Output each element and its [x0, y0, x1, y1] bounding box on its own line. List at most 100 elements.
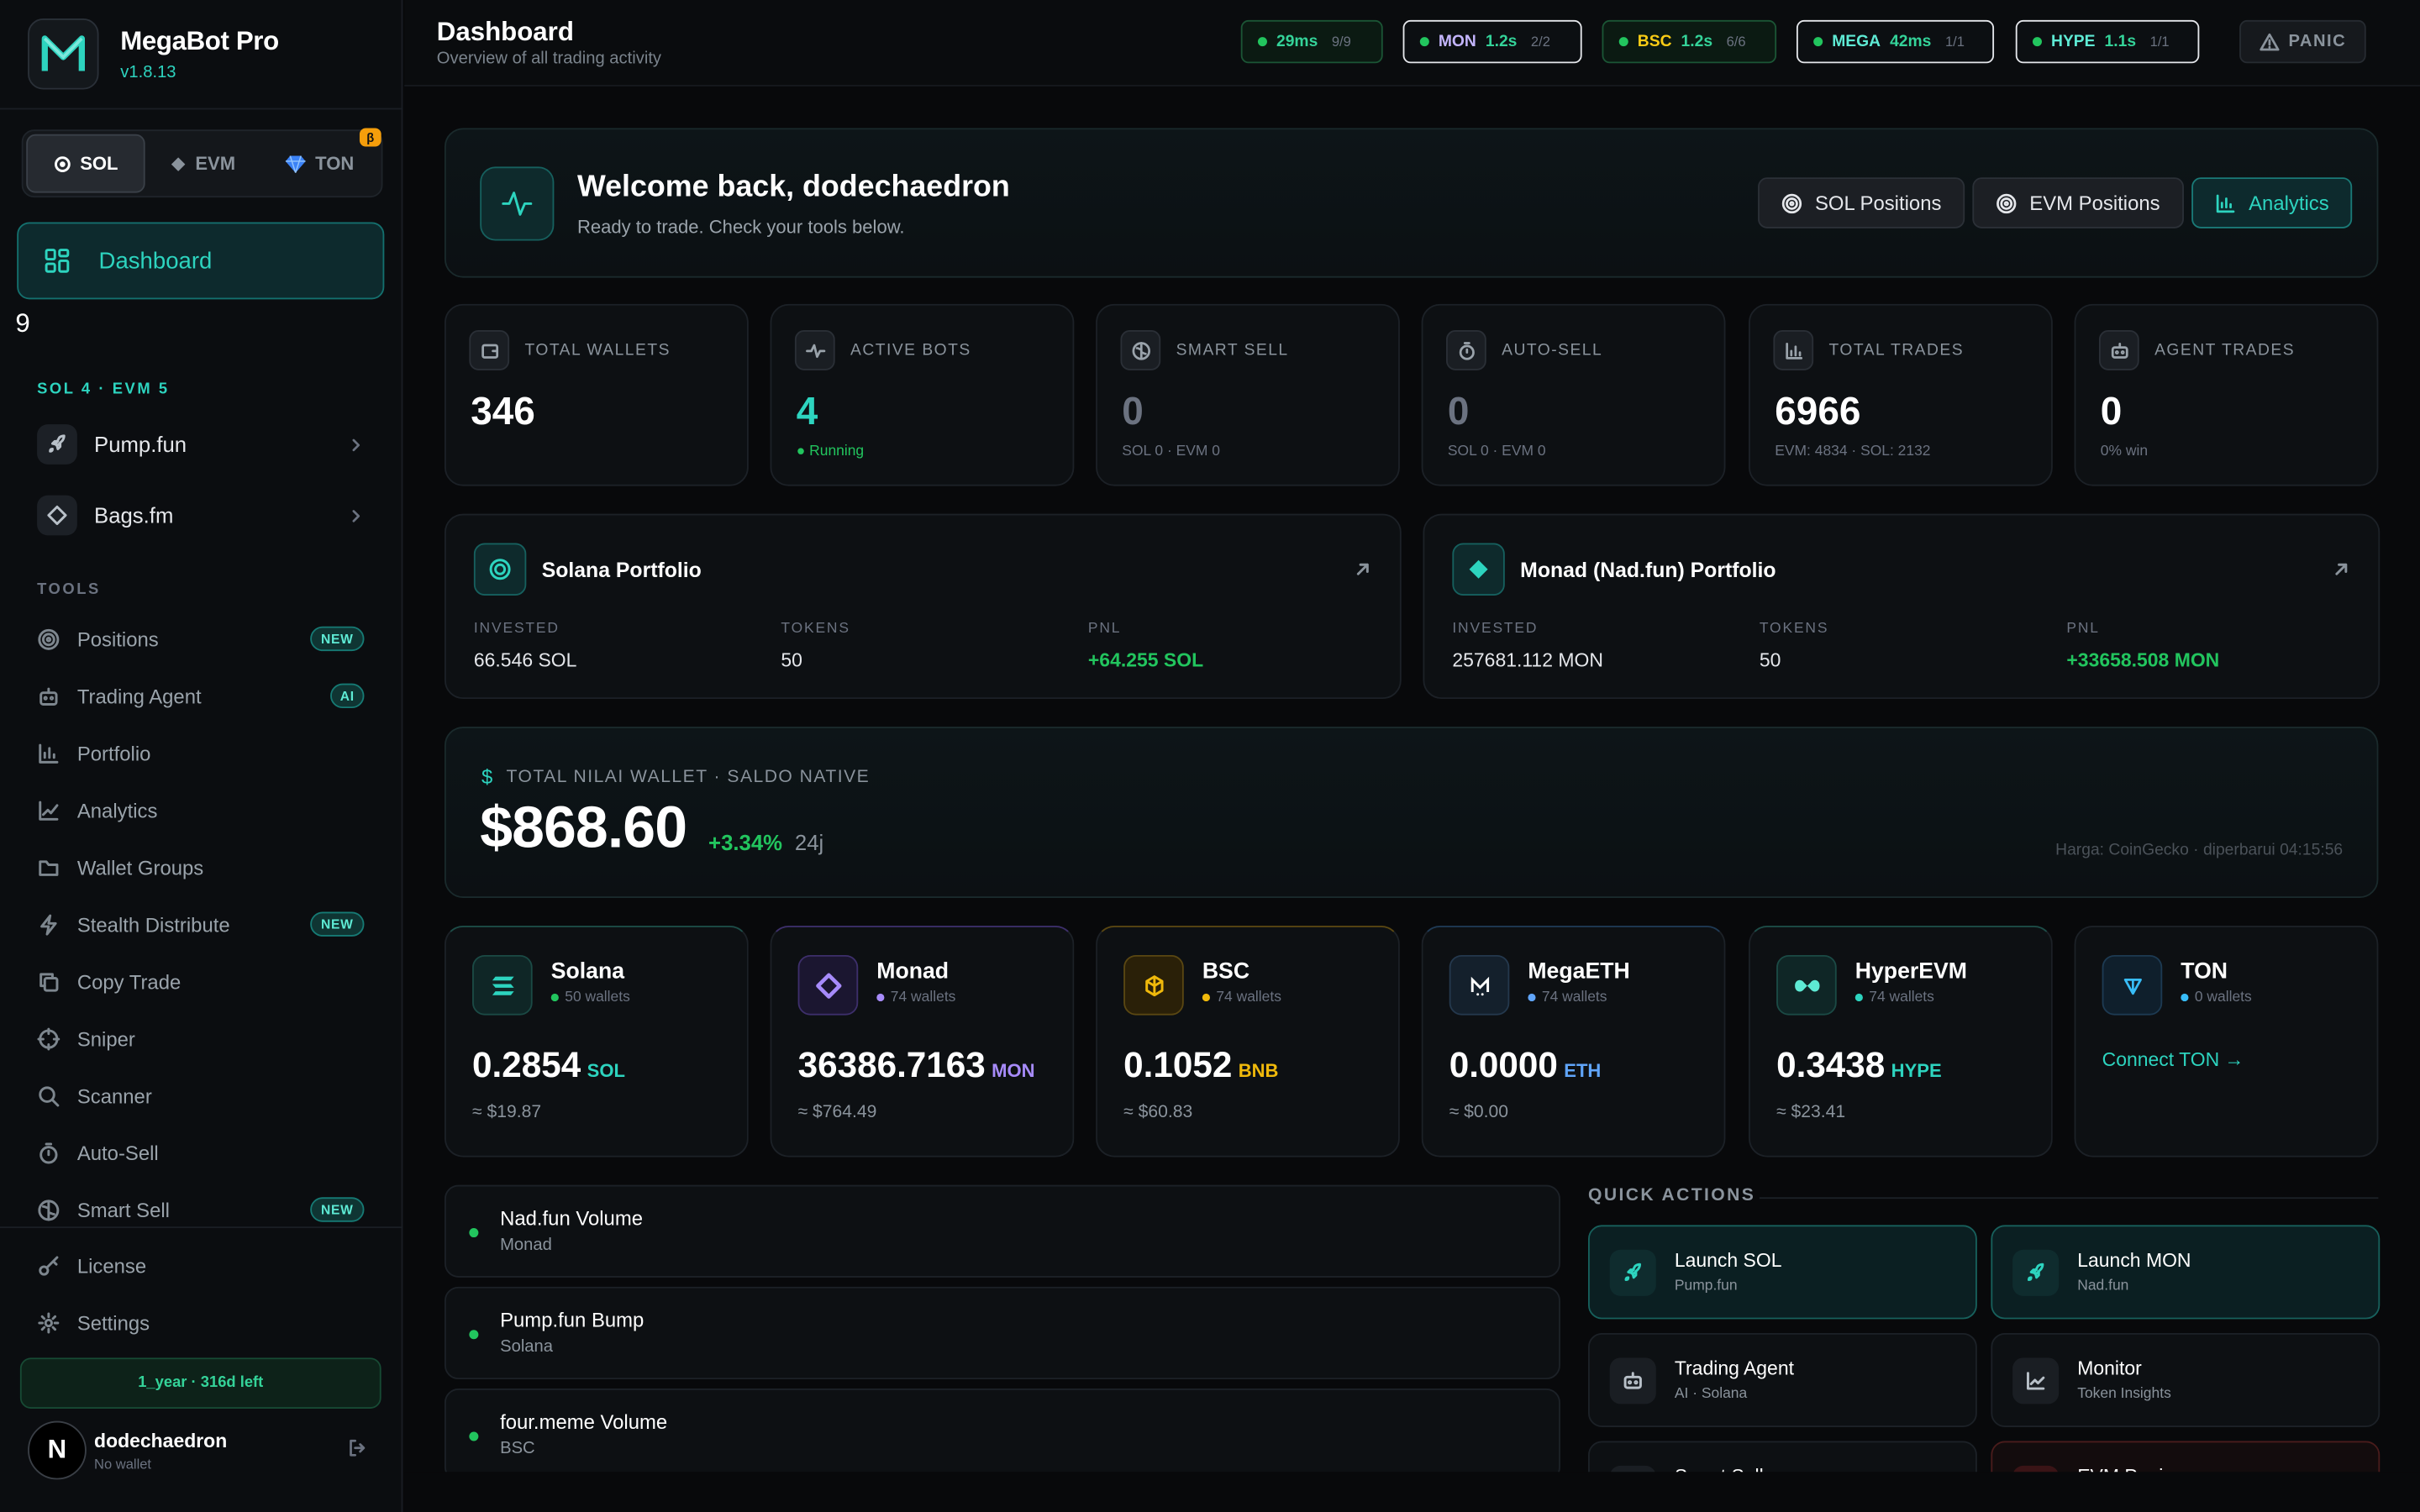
monitor-button[interactable]: Monitor Token Insights [1991, 1332, 2381, 1427]
tool-smart-sell[interactable]: Smart Sell NEW [37, 1193, 365, 1226]
target-icon [38, 627, 60, 649]
chain-usd: ≈ $60.83 [1123, 1103, 1193, 1122]
nav-settings[interactable]: Settings [37, 1305, 364, 1339]
tool-sniper[interactable]: Sniper [37, 1021, 364, 1055]
tool-stealth-distribute[interactable]: Stealth Distribute NEW [37, 907, 365, 941]
user-profile[interactable]: N dodechaedron No wallet [28, 1416, 382, 1484]
key-icon [39, 1255, 59, 1275]
tool-portfolio[interactable]: Portfolio [37, 736, 364, 769]
action-sub: AI · Solana [1674, 1385, 1748, 1403]
chain-name: HyperEVM [1854, 959, 1967, 984]
target-icon [1996, 192, 2017, 213]
portfolio-title: Monad (Nad.fun) Portfolio [1520, 558, 1776, 582]
chain-card-solana[interactable]: Solana 50 wallets 0.2854 SOL ≈ $19.87 [444, 926, 749, 1158]
tool-label: Smart Sell [76, 1198, 170, 1221]
stat-value: 0 [1122, 390, 1144, 434]
bot-item-nadfun-volume[interactable]: Nad.fun Volume Monad [444, 1184, 1560, 1278]
stat-card-agent-trades[interactable]: AGENT TRADES 0 0% win [2074, 303, 2379, 486]
tool-label: Auto-Sell [76, 1141, 159, 1164]
welcome-card: Welcome back, dodechaedron Ready to trad… [444, 128, 2379, 278]
chain-card-hyperevm[interactable]: HyperEVM 74 wallets 0.3438 HYPE ≈ $23.41 [1749, 926, 2053, 1158]
chain-tab-evm[interactable]: EVM [145, 134, 261, 193]
stat-card-total-trades[interactable]: TOTAL TRADES 6966 EVM: 4834 · SOL: 2132 [1749, 303, 2053, 486]
portfolio-card-solana[interactable]: Solana Portfolio INVESTED 66.546 SOL TOKE… [444, 513, 1402, 700]
running-dot [469, 1330, 479, 1340]
rpc-count: 2/2 [1530, 34, 1550, 50]
chain-card-monad[interactable]: Monad 74 wallets 36386.7163 MON ≈ $764.49 [770, 926, 1075, 1158]
activity-icon [480, 166, 555, 241]
rocket-icon [1609, 1249, 1656, 1296]
bot-chain: Monad [500, 1236, 552, 1255]
tool-positions[interactable]: Positions NEW [37, 622, 365, 655]
chain-tab-ton[interactable]: TON β [262, 128, 381, 193]
chain-card-bsc[interactable]: BSC 74 wallets 0.1052 BNB ≈ $60.83 [1096, 926, 1400, 1158]
brain-icon [38, 1199, 60, 1221]
stat-card-smart-sell[interactable]: SMART SELL 0 SOL 0 · EVM 0 [1096, 303, 1400, 486]
nav-dashboard[interactable]: Dashboard [17, 222, 385, 300]
tool-copy-trade[interactable]: Copy Trade [37, 964, 364, 998]
nav-license-label: License [76, 1253, 147, 1277]
chevron-right-icon [347, 436, 364, 453]
chain-switch: SOL EVM TON β [21, 128, 383, 198]
tool-trading-agent[interactable]: Trading Agent AI [37, 679, 365, 712]
platform-bagsfm[interactable]: Bags.fm [37, 494, 376, 537]
tool-analytics[interactable]: Analytics [37, 793, 364, 827]
total-wallet-label: $ TOTAL NILAI WALLET · SALDO NATIVE [481, 765, 871, 789]
latency: 29ms [1276, 32, 1318, 51]
bot-item-pumpfun-bump[interactable]: Pump.fun Bump Solana [444, 1286, 1560, 1380]
panic-button[interactable]: PANIC [2239, 19, 2366, 64]
chain-name: TON [2181, 959, 2228, 984]
external-link-icon[interactable] [1354, 560, 1372, 579]
status-pill-sol[interactable]: 29ms 9/9 [1240, 19, 1383, 64]
trading-agent-button[interactable]: Trading Agent AI · Solana [1588, 1332, 1977, 1427]
tool-scanner[interactable]: Scanner [37, 1079, 364, 1112]
latency: 42ms [1890, 32, 1932, 51]
brand[interactable]: MegaBot Pro v1.8.13 [28, 18, 279, 90]
chain-card-ton[interactable]: TON 0 wallets Connect TON → [2074, 926, 2379, 1158]
chain-tab-sol[interactable]: SOL [26, 134, 146, 193]
chain-tab-label: SOL [80, 152, 118, 175]
launch-sol-button[interactable]: Launch SOL Pump.fun [1588, 1225, 1977, 1320]
status-dot [1618, 37, 1628, 47]
rpc-count: 6/6 [1726, 34, 1746, 50]
launch-mon-button[interactable]: Launch MON Nad.fun [1991, 1225, 2381, 1320]
price-source-note: Harga: CoinGecko · diperbarui 04:15:56 [2055, 841, 2344, 860]
nav-license[interactable]: License [37, 1248, 364, 1282]
divider [1759, 1197, 2379, 1200]
evm-positions-button[interactable]: EVM Positions [1972, 177, 2184, 228]
status-pill-hype[interactable]: HYPE 1.1s 1/1 [2015, 19, 2200, 64]
bot-icon [2098, 330, 2139, 370]
bnb-icon [1123, 954, 1184, 1016]
chain-card-megaeth[interactable]: MegaETH 74 wallets 0.0000 ETH ≈ $0.00 [1421, 926, 1726, 1158]
status-pill-mega[interactable]: MEGA 42ms 1/1 [1796, 19, 1995, 64]
stat-card-auto-sell[interactable]: AUTO-SELL 0 SOL 0 · EVM 0 [1421, 303, 1726, 486]
tool-auto-sell[interactable]: Auto-Sell [37, 1136, 364, 1169]
logout-icon[interactable] [347, 1438, 367, 1458]
tool-wallet-groups[interactable]: Wallet Groups [37, 850, 364, 884]
analytics-button[interactable]: Analytics [2191, 177, 2353, 228]
status-pill-mon[interactable]: MON 1.2s 2/2 [1402, 19, 1582, 64]
platform-label: Bags.fm [94, 502, 174, 528]
chain-balance: 36386.7163 MON [797, 1044, 1035, 1085]
platform-pumpfun[interactable]: Pump.fun [37, 423, 376, 465]
divider [0, 108, 403, 110]
monad-icon [797, 954, 859, 1016]
bot-name: Pump.fun Bump [500, 1308, 644, 1332]
external-link-icon[interactable] [2332, 560, 2350, 579]
app-version: v1.8.13 [120, 63, 176, 82]
chain-balance: 0.0000 ETH [1449, 1044, 1602, 1085]
user-wallet-status: No wallet [94, 1455, 152, 1472]
bot-item-fourmeme-volume[interactable]: four.meme Volume BSC [444, 1389, 1560, 1482]
connect-ton-link[interactable]: Connect TON → [2102, 1049, 2244, 1071]
portfolio-pnl: PNL +64.255 SOL [1087, 620, 1204, 671]
portfolio-card-monad[interactable]: Monad (Nad.fun) Portfolio INVESTED 257681… [1423, 513, 2381, 700]
tools-label: TOOLS [37, 581, 101, 599]
chain-usd: ≈ $0.00 [1449, 1103, 1509, 1122]
total-wallet-card: $ TOTAL NILAI WALLET · SALDO NATIVE $868.… [444, 727, 2379, 898]
status-pill-bsc[interactable]: BSC 1.2s 6/6 [1602, 19, 1777, 64]
sol-positions-button[interactable]: SOL Positions [1758, 177, 1965, 228]
line-chart-icon [2012, 1357, 2060, 1404]
stat-card-active-bots[interactable]: ACTIVE BOTS 4 ● Running [770, 303, 1075, 486]
stat-card-total-wallets[interactable]: TOTAL WALLETS 346 [444, 303, 749, 486]
search-icon [39, 1085, 60, 1106]
